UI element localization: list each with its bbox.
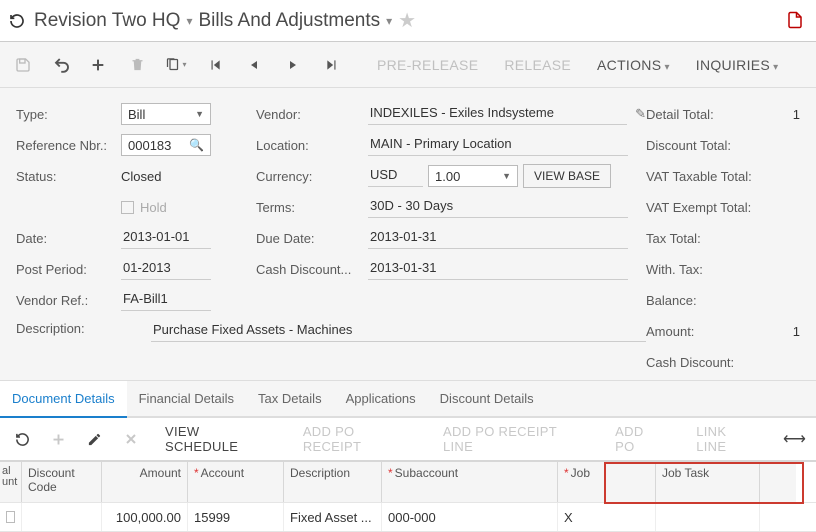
postperiod-label: Post Period: bbox=[16, 262, 121, 277]
grid-header: alunt Discount Code Amount Account Descr… bbox=[0, 462, 816, 503]
pencil-icon[interactable]: ✎ bbox=[635, 106, 646, 122]
withtax-label: With. Tax: bbox=[646, 262, 766, 277]
postperiod-field[interactable]: 01-2013 bbox=[121, 258, 211, 280]
cell-job[interactable]: X bbox=[558, 503, 656, 531]
col-partial: alunt bbox=[0, 462, 22, 502]
cashdiscdate-label: Cash Discount... bbox=[256, 262, 368, 277]
col-amount[interactable]: Amount bbox=[102, 462, 188, 502]
vendorref-label: Vendor Ref.: bbox=[16, 293, 121, 308]
taxtotal-label: Tax Total: bbox=[646, 231, 766, 246]
release-button[interactable]: RELEASE bbox=[492, 57, 583, 73]
grid-add-icon[interactable] bbox=[42, 422, 74, 456]
desc-field[interactable]: Purchase Fixed Assets - Machines bbox=[151, 320, 646, 342]
desc-label: Description: bbox=[16, 321, 121, 336]
col-job[interactable]: Job bbox=[558, 462, 656, 502]
date-field[interactable]: 2013-01-01 bbox=[121, 227, 211, 249]
currency-rate-select[interactable]: 1.00▼ bbox=[428, 165, 518, 187]
prerelease-button[interactable]: PRE-RELEASE bbox=[365, 57, 490, 73]
save-icon[interactable] bbox=[6, 48, 40, 82]
disctotal-label: Discount Total: bbox=[646, 138, 766, 153]
currency-label: Currency: bbox=[256, 169, 368, 184]
vendor-field[interactable]: INDEXILES - Exiles Indsysteme bbox=[368, 103, 627, 125]
inquiries-menu[interactable]: INQUIRIES bbox=[684, 57, 791, 73]
vendor-label: Vendor: bbox=[256, 107, 368, 122]
hold-checkbox[interactable] bbox=[121, 201, 134, 214]
col-subaccount[interactable]: Subaccount bbox=[382, 462, 558, 502]
tab-applications[interactable]: Applications bbox=[334, 381, 428, 418]
refnbr-label: Reference Nbr.: bbox=[16, 138, 121, 153]
grid-delete-icon[interactable] bbox=[115, 422, 147, 456]
col-discount-code[interactable]: Discount Code bbox=[22, 462, 102, 502]
terms-field[interactable]: 30D - 30 Days bbox=[368, 196, 628, 218]
status-value: Closed bbox=[121, 169, 161, 184]
cell-job-task[interactable] bbox=[656, 503, 760, 531]
refresh-icon[interactable] bbox=[6, 10, 28, 32]
addporeceiptline-button[interactable]: ADD PO RECEIPT LINE bbox=[429, 424, 597, 454]
col-job-task[interactable]: Job Task bbox=[656, 462, 760, 502]
cell-description[interactable]: Fixed Asset ... bbox=[284, 503, 382, 531]
actions-menu[interactable]: ACTIONS bbox=[585, 57, 682, 73]
vatexempt-label: VAT Exempt Total: bbox=[646, 200, 766, 215]
location-field[interactable]: MAIN - Primary Location bbox=[368, 134, 628, 156]
grid-refresh-icon[interactable] bbox=[6, 422, 38, 456]
cell-amount[interactable]: 100,000.00 bbox=[102, 503, 188, 531]
terms-label: Terms: bbox=[256, 200, 368, 215]
table-row[interactable]: 100,000.00 15999 Fixed Asset ... 000-000… bbox=[0, 503, 816, 532]
viewbase-button[interactable]: VIEW BASE bbox=[523, 164, 611, 188]
cashdiscdate-field[interactable]: 2013-01-31 bbox=[368, 258, 628, 280]
breadcrumb-page[interactable]: Bills And Adjustments bbox=[192, 10, 386, 32]
status-label: Status: bbox=[16, 169, 121, 184]
tab-document-details[interactable]: Document Details bbox=[0, 381, 127, 418]
type-label: Type: bbox=[16, 107, 121, 122]
viewschedule-button[interactable]: VIEW SCHEDULE bbox=[151, 424, 285, 454]
col-description[interactable]: Description bbox=[284, 462, 382, 502]
vattax-label: VAT Taxable Total: bbox=[646, 169, 766, 184]
detailtotal-value: 1 bbox=[793, 107, 800, 122]
cashdiscount-label: Cash Discount: bbox=[646, 355, 766, 370]
hold-label: Hold bbox=[140, 200, 167, 215]
prev-icon[interactable] bbox=[237, 48, 271, 82]
next-icon[interactable] bbox=[276, 48, 310, 82]
date-label: Date: bbox=[16, 231, 121, 246]
undo-icon[interactable] bbox=[45, 48, 79, 82]
last-icon[interactable] bbox=[315, 48, 349, 82]
detailtotal-label: Detail Total: bbox=[646, 107, 766, 122]
delete-icon[interactable] bbox=[120, 48, 154, 82]
col-account[interactable]: Account bbox=[188, 462, 284, 502]
first-icon[interactable] bbox=[198, 48, 232, 82]
currency-code-field[interactable]: USD bbox=[368, 165, 423, 187]
breadcrumb-root[interactable]: Revision Two HQ bbox=[28, 10, 186, 32]
cell-account[interactable]: 15999 bbox=[188, 503, 284, 531]
tab-financial-details[interactable]: Financial Details bbox=[127, 381, 246, 418]
grid-fit-icon[interactable]: ⟷ bbox=[779, 429, 810, 449]
location-label: Location: bbox=[256, 138, 368, 153]
star-icon[interactable]: ★ bbox=[392, 8, 422, 33]
cell-subaccount[interactable]: 000-000 bbox=[382, 503, 558, 531]
amount-label: Amount: bbox=[646, 324, 766, 339]
amount-value: 1 bbox=[793, 324, 800, 339]
row-checkbox[interactable] bbox=[6, 511, 15, 523]
duedate-field[interactable]: 2013-01-31 bbox=[368, 227, 628, 249]
grid-edit-icon[interactable] bbox=[79, 422, 111, 456]
type-select[interactable]: Bill▼ bbox=[121, 103, 211, 125]
duedate-label: Due Date: bbox=[256, 231, 368, 246]
vendorref-field[interactable]: FA-Bill1 bbox=[121, 289, 211, 311]
cell-discount-code[interactable] bbox=[22, 503, 102, 531]
refnbr-input[interactable]: 000183🔍 bbox=[121, 134, 211, 156]
new-doc-icon[interactable] bbox=[786, 11, 806, 31]
add-icon[interactable] bbox=[81, 48, 115, 82]
balance-label: Balance: bbox=[646, 293, 766, 308]
clipboard-icon[interactable]: ▾ bbox=[159, 48, 193, 82]
linkline-button[interactable]: LINK LINE bbox=[682, 424, 771, 454]
addpo-button[interactable]: ADD PO bbox=[601, 424, 678, 454]
addporeceipt-button[interactable]: ADD PO RECEIPT bbox=[289, 424, 425, 454]
tab-tax-details[interactable]: Tax Details bbox=[246, 381, 334, 418]
tab-discount-details[interactable]: Discount Details bbox=[428, 381, 546, 418]
